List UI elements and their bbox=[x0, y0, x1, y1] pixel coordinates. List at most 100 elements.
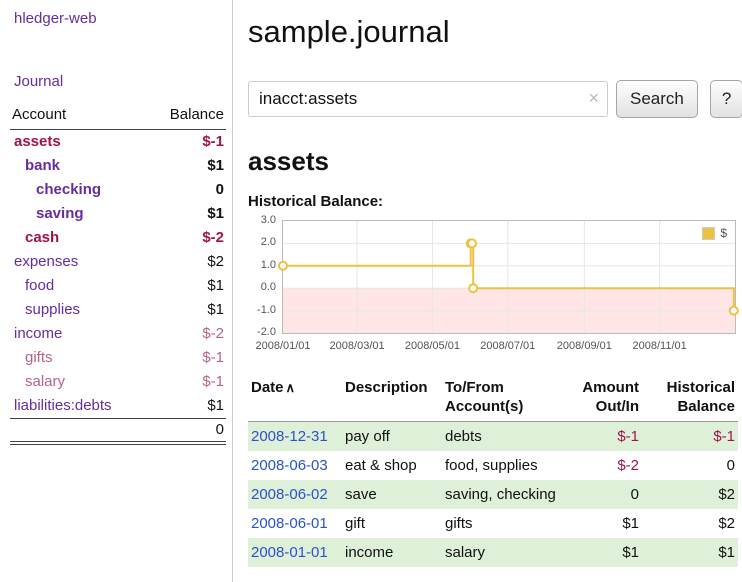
accounts-table-body: assets$-1bank$1checking0saving$1cash$-2e… bbox=[10, 130, 226, 419]
register-header-amount: Amount Out/In bbox=[560, 378, 642, 422]
sidebar-account-link[interactable]: salary bbox=[25, 373, 65, 390]
account-row: expenses $2 bbox=[10, 250, 226, 274]
sidebar-account-link[interactable]: saving bbox=[36, 205, 84, 222]
register-row: 2008-01-01incomesalary$1$1 bbox=[248, 538, 738, 567]
register-row: 2008-06-03eat & shopfood, supplies$-20 bbox=[248, 451, 738, 480]
transaction-balance: $-1 bbox=[642, 422, 738, 452]
transaction-accounts: gifts bbox=[442, 509, 560, 538]
chart-plot-area: $ bbox=[282, 220, 736, 334]
y-tick-label: -1.0 bbox=[248, 304, 276, 317]
search-bar: × Search ? bbox=[248, 80, 742, 118]
accounts-total-balance: 0 bbox=[148, 419, 226, 444]
sidebar-account-link[interactable]: assets bbox=[14, 133, 61, 150]
account-name-cell: saving bbox=[10, 202, 148, 226]
transaction-date-link[interactable]: 2008-01-01 bbox=[251, 544, 328, 561]
transaction-description: eat & shop bbox=[342, 451, 442, 480]
sort-ascending-icon: ∧ bbox=[286, 380, 296, 395]
account-balance: $1 bbox=[148, 154, 226, 178]
transaction-date-link[interactable]: 2008-06-02 bbox=[251, 486, 328, 503]
register-row: 2008-06-02savesaving, checking0$2 bbox=[248, 480, 738, 509]
sidebar-account-link[interactable]: expenses bbox=[14, 253, 78, 270]
transaction-balance: $2 bbox=[642, 509, 738, 538]
legend-color-swatch bbox=[702, 227, 715, 240]
x-tick-label: 2008/01/01 bbox=[255, 340, 310, 352]
x-tick-label: 2008/11/01 bbox=[633, 340, 687, 352]
balance-chart: 3.02.01.00.0-1.0-2.0 $ 2008/01/012008/03… bbox=[248, 218, 738, 358]
chart-section-label: Historical Balance: bbox=[248, 193, 742, 210]
search-button[interactable]: Search bbox=[616, 80, 698, 118]
sidebar-account-link[interactable]: gifts bbox=[25, 349, 53, 366]
transaction-amount: $1 bbox=[560, 509, 642, 538]
transaction-amount: $-2 bbox=[560, 451, 642, 480]
sidebar-account-link[interactable]: supplies bbox=[25, 301, 80, 318]
transaction-balance: 0 bbox=[642, 451, 738, 480]
account-balance: $1 bbox=[148, 298, 226, 322]
account-balance: $1 bbox=[148, 202, 226, 226]
main-content: sample.journal × Search ? assets Histori… bbox=[233, 0, 742, 582]
sidebar: hledger-web Journal Account Balance asse… bbox=[0, 0, 233, 582]
legend-label: $ bbox=[720, 226, 727, 240]
accounts-header-balance: Balance bbox=[148, 106, 226, 130]
account-name-cell: expenses bbox=[10, 250, 148, 274]
transaction-accounts: salary bbox=[442, 538, 560, 567]
x-tick-label: 2008/07/01 bbox=[480, 340, 535, 352]
account-row: cash$-2 bbox=[10, 226, 226, 250]
y-tick-label: -2.0 bbox=[248, 326, 276, 339]
transaction-description: income bbox=[342, 538, 442, 567]
account-name-cell: supplies bbox=[10, 298, 148, 322]
transaction-balance: $2 bbox=[642, 480, 738, 509]
transaction-description: gift bbox=[342, 509, 442, 538]
sidebar-account-link[interactable]: liabilities:debts bbox=[14, 397, 112, 414]
transaction-date-link[interactable]: 2008-06-01 bbox=[251, 515, 328, 532]
transaction-description: save bbox=[342, 480, 442, 509]
account-name-cell: checking bbox=[10, 178, 148, 202]
sidebar-item-journal[interactable]: Journal bbox=[14, 73, 232, 90]
account-row: gifts $-1 bbox=[10, 346, 226, 370]
y-tick-label: 1.0 bbox=[248, 259, 276, 272]
account-row: salary $-1 bbox=[10, 370, 226, 394]
transaction-date-link[interactable]: 2008-06-03 bbox=[251, 457, 328, 474]
y-tick-label: 2.0 bbox=[248, 236, 276, 249]
register-table-body: 2008-12-31pay offdebts$-1$-12008-06-03ea… bbox=[248, 422, 738, 568]
sidebar-account-link[interactable]: income bbox=[14, 325, 62, 342]
account-row: saving $1 bbox=[10, 202, 226, 226]
account-row: assets$-1 bbox=[10, 130, 226, 155]
register-header-balance: Historical Balance bbox=[642, 378, 738, 422]
transaction-date-cell: 2008-01-01 bbox=[248, 538, 342, 567]
accounts-table: Account Balance assets$-1bank$1checking0… bbox=[10, 106, 226, 445]
account-balance: $-1 bbox=[148, 346, 226, 370]
register-header-accounts: To/From Account(s) bbox=[442, 378, 560, 422]
help-button[interactable]: ? bbox=[710, 80, 742, 118]
account-name-cell: gifts bbox=[10, 346, 148, 370]
sidebar-account-link[interactable]: cash bbox=[25, 229, 59, 246]
register-header-date[interactable]: Date∧ bbox=[248, 378, 342, 422]
hledger-web-page: hledger-web Journal Account Balance asse… bbox=[0, 0, 742, 582]
search-box: × bbox=[248, 81, 608, 117]
transaction-amount: 0 bbox=[560, 480, 642, 509]
account-row: supplies $1 bbox=[10, 298, 226, 322]
account-name-cell: cash bbox=[10, 226, 148, 250]
account-balance: $1 bbox=[148, 394, 226, 419]
sidebar-account-link[interactable]: checking bbox=[36, 181, 101, 198]
page-title: sample.journal bbox=[248, 14, 742, 50]
account-name-cell: income bbox=[10, 322, 148, 346]
x-tick-label: 2008/05/01 bbox=[405, 340, 460, 352]
sidebar-account-link[interactable]: bank bbox=[25, 157, 60, 174]
transaction-date-link[interactable]: 2008-12-31 bbox=[251, 428, 328, 445]
account-balance: $2 bbox=[148, 250, 226, 274]
app-title-link[interactable]: hledger-web bbox=[14, 10, 232, 27]
sidebar-account-link[interactable]: food bbox=[25, 277, 54, 294]
account-name-cell: bank bbox=[10, 154, 148, 178]
account-row: liabilities:debts $1 bbox=[10, 394, 226, 419]
search-input[interactable] bbox=[248, 81, 608, 117]
transaction-date-cell: 2008-12-31 bbox=[248, 422, 342, 452]
clear-search-icon[interactable]: × bbox=[588, 88, 599, 109]
register-table: Date∧ Description To/From Account(s) Amo… bbox=[248, 378, 738, 567]
register-header-date-label: Date bbox=[251, 379, 284, 396]
x-tick-label: 2008/09/01 bbox=[557, 340, 612, 352]
account-name-cell: food bbox=[10, 274, 148, 298]
chart-legend: $ bbox=[698, 224, 731, 242]
transaction-date-cell: 2008-06-01 bbox=[248, 509, 342, 538]
account-balance: $1 bbox=[148, 274, 226, 298]
account-balance: $-1 bbox=[148, 370, 226, 394]
